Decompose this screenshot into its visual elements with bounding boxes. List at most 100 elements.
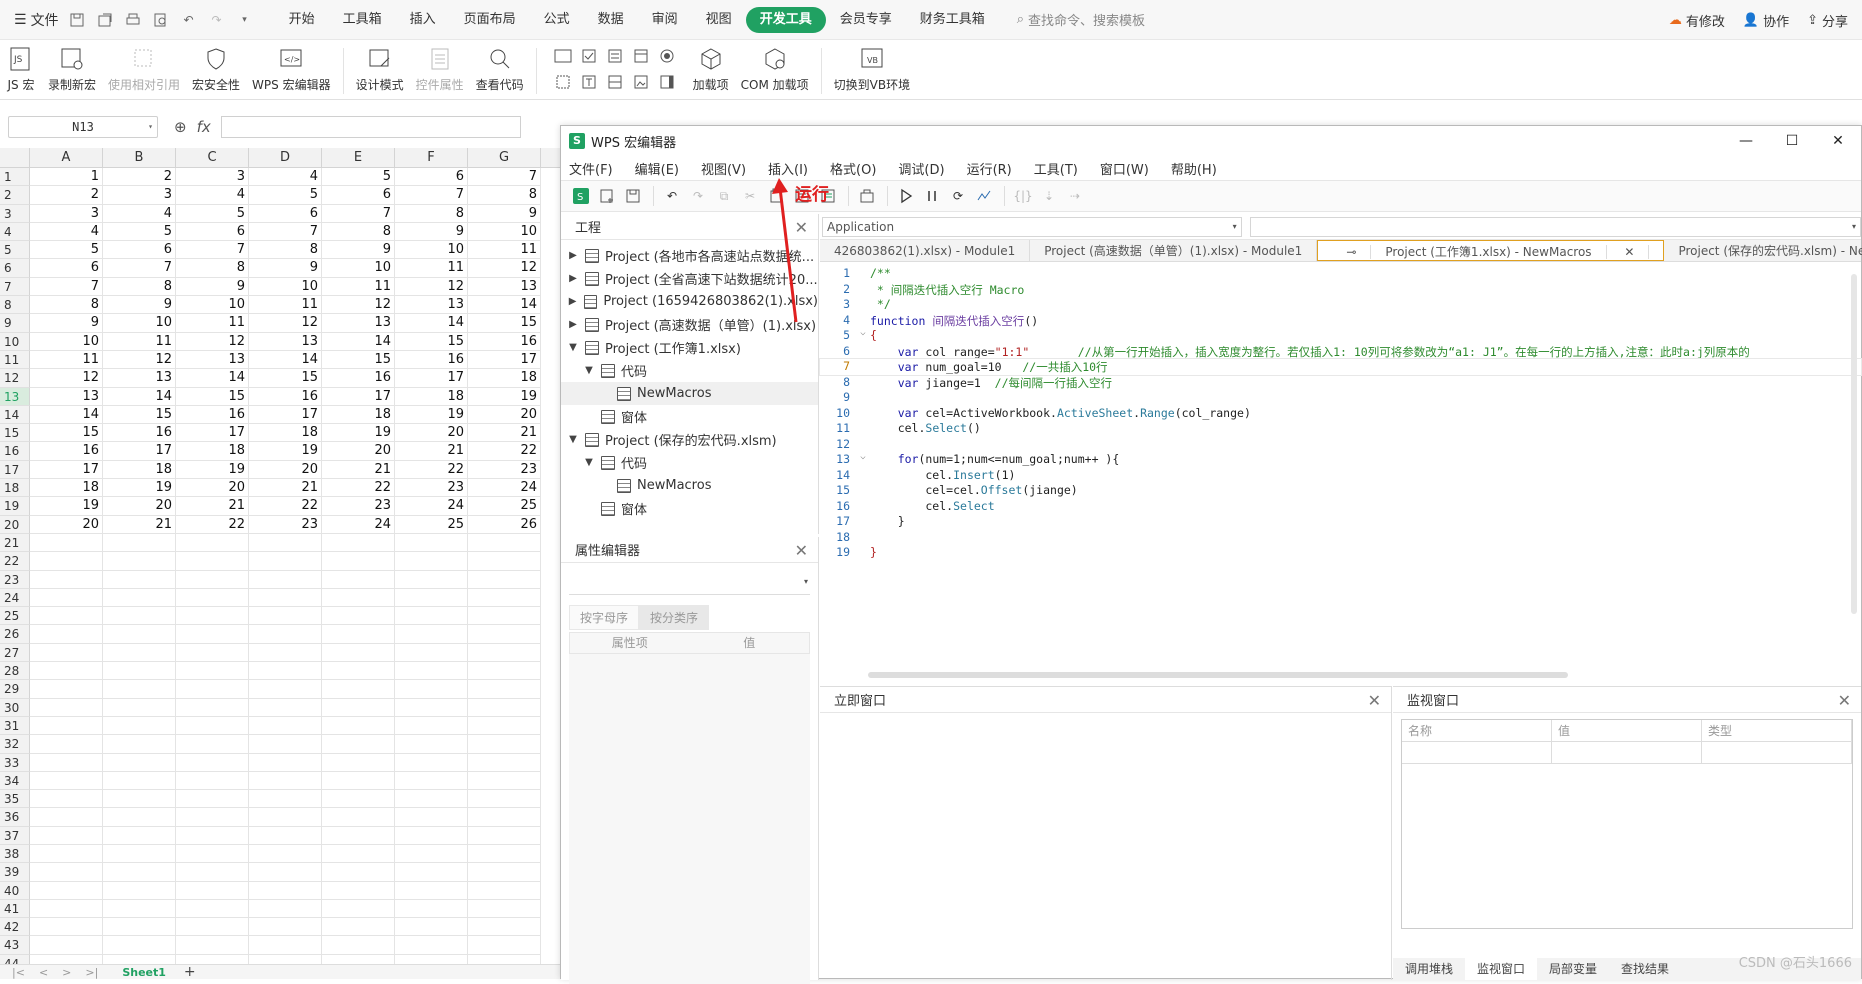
cell-E4[interactable]: 8 [322,223,395,240]
cell-F3[interactable]: 8 [395,205,468,222]
textbox-control-icon[interactable] [579,72,599,92]
code-line[interactable]: 11 cel.Select() [820,421,1861,437]
vertical-scrollbar[interactable] [1851,274,1857,614]
cell-E6[interactable]: 10 [322,259,395,276]
cell-E18[interactable]: 22 [322,479,395,496]
row-header-17[interactable]: 17 [0,461,30,479]
cell-B5[interactable]: 6 [103,241,176,258]
row-header-3[interactable]: 3 [0,205,30,223]
cell-D21[interactable] [249,534,322,551]
tree-node[interactable]: ▼代码 [561,451,818,474]
chevron-icon[interactable]: ▶ [565,319,581,330]
cell-E14[interactable]: 18 [322,406,395,423]
cell-C3[interactable]: 5 [176,205,249,222]
cell-A20[interactable]: 20 [30,516,103,533]
cell-C25[interactable] [176,607,249,624]
row-header-22[interactable]: 22 [0,552,30,570]
cell-E26[interactable] [322,625,395,642]
cell-D27[interactable] [249,644,322,661]
cell-A12[interactable]: 12 [30,369,103,386]
cell-A31[interactable] [30,717,103,734]
cell-C42[interactable] [176,918,249,935]
chevron-icon[interactable]: ▼ [581,365,597,376]
cell-F37[interactable] [395,827,468,844]
cell-E39[interactable] [322,863,395,880]
redo-icon[interactable]: ↷ [207,10,227,30]
cell-E7[interactable]: 11 [322,278,395,295]
code-line[interactable]: 2 * 间隔迭代插入空行 Macro [820,282,1861,298]
spin-control-icon[interactable] [605,72,625,92]
changes-button[interactable]: ☁有修改 [1669,11,1725,30]
cell-B42[interactable] [103,918,176,935]
cell-A29[interactable] [30,680,103,697]
cell-A33[interactable] [30,754,103,771]
watch-table[interactable]: 名称 值 类型 [1401,719,1853,929]
cell-A34[interactable] [30,772,103,789]
step-into-icon[interactable]: ⇣ [1037,184,1061,208]
menu-format[interactable]: 格式(O) [830,159,876,178]
cell-F8[interactable]: 13 [395,296,468,313]
cell-C2[interactable]: 4 [176,186,249,203]
row-header-30[interactable]: 30 [0,699,30,717]
cell-C12[interactable]: 14 [176,369,249,386]
cell-B16[interactable]: 17 [103,442,176,459]
close-icon[interactable]: ✕ [1368,691,1381,710]
cell-E41[interactable] [322,900,395,917]
cell-F44[interactable] [395,955,468,964]
cell-C13[interactable]: 15 [176,388,249,405]
view-code-button[interactable]: 查看代码 [476,44,524,93]
cell-B36[interactable] [103,808,176,825]
cell-D4[interactable]: 7 [249,223,322,240]
cell-A2[interactable]: 2 [30,186,103,203]
cell-F42[interactable] [395,918,468,935]
cell-B4[interactable]: 5 [103,223,176,240]
cell-G41[interactable] [468,900,541,917]
menu-view[interactable]: 视图(V) [701,159,746,178]
cell-E24[interactable] [322,589,395,606]
row-header-23[interactable]: 23 [0,571,30,589]
row-header-15[interactable]: 15 [0,424,30,442]
cell-C38[interactable] [176,845,249,862]
cell-C20[interactable]: 22 [176,516,249,533]
maximize-icon[interactable]: ☐ [1769,126,1815,156]
cell-A25[interactable] [30,607,103,624]
cell-D25[interactable] [249,607,322,624]
listbox-control-icon[interactable] [605,46,625,66]
object-select[interactable]: ▾ [569,573,810,595]
cell-F41[interactable] [395,900,468,917]
cell-E3[interactable]: 7 [322,205,395,222]
cell-F1[interactable]: 6 [395,168,468,185]
cell-D15[interactable]: 18 [249,424,322,441]
row-header-8[interactable]: 8 [0,296,30,314]
cell-C28[interactable] [176,662,249,679]
cell-A37[interactable] [30,827,103,844]
tab-view[interactable]: 视图 [692,0,746,40]
cell-B41[interactable] [103,900,176,917]
fold-icon[interactable]: ⌵ [856,328,870,344]
cell-F28[interactable] [395,662,468,679]
cell-E21[interactable] [322,534,395,551]
cell-G16[interactable]: 22 [468,442,541,459]
cell-B26[interactable] [103,625,176,642]
row-header-35[interactable]: 35 [0,790,30,808]
last-sheet-icon[interactable]: >| [85,966,98,979]
cell-D12[interactable]: 15 [249,369,322,386]
row-header-14[interactable]: 14 [0,406,30,424]
code-line[interactable]: 18 [820,530,1861,546]
code-lines[interactable]: 1/**2 * 间隔迭代插入空行 Macro3 */4function 间隔迭代… [820,266,1861,666]
row-header-12[interactable]: 12 [0,369,30,387]
cell-B8[interactable]: 9 [103,296,176,313]
button-control-icon[interactable] [553,46,573,66]
cell-G3[interactable]: 9 [468,205,541,222]
cell-B18[interactable]: 19 [103,479,176,496]
cell-D37[interactable] [249,827,322,844]
cell-G13[interactable]: 19 [468,388,541,405]
save-icon[interactable] [621,184,645,208]
undo-icon[interactable]: ↶ [660,184,684,208]
close-icon[interactable]: ✕ [795,541,808,560]
row-header-2[interactable]: 2 [0,186,30,204]
cell-G34[interactable] [468,772,541,789]
cell-E19[interactable]: 23 [322,497,395,514]
code-line[interactable]: 19} [820,545,1861,561]
cell-A13[interactable]: 13 [30,388,103,405]
